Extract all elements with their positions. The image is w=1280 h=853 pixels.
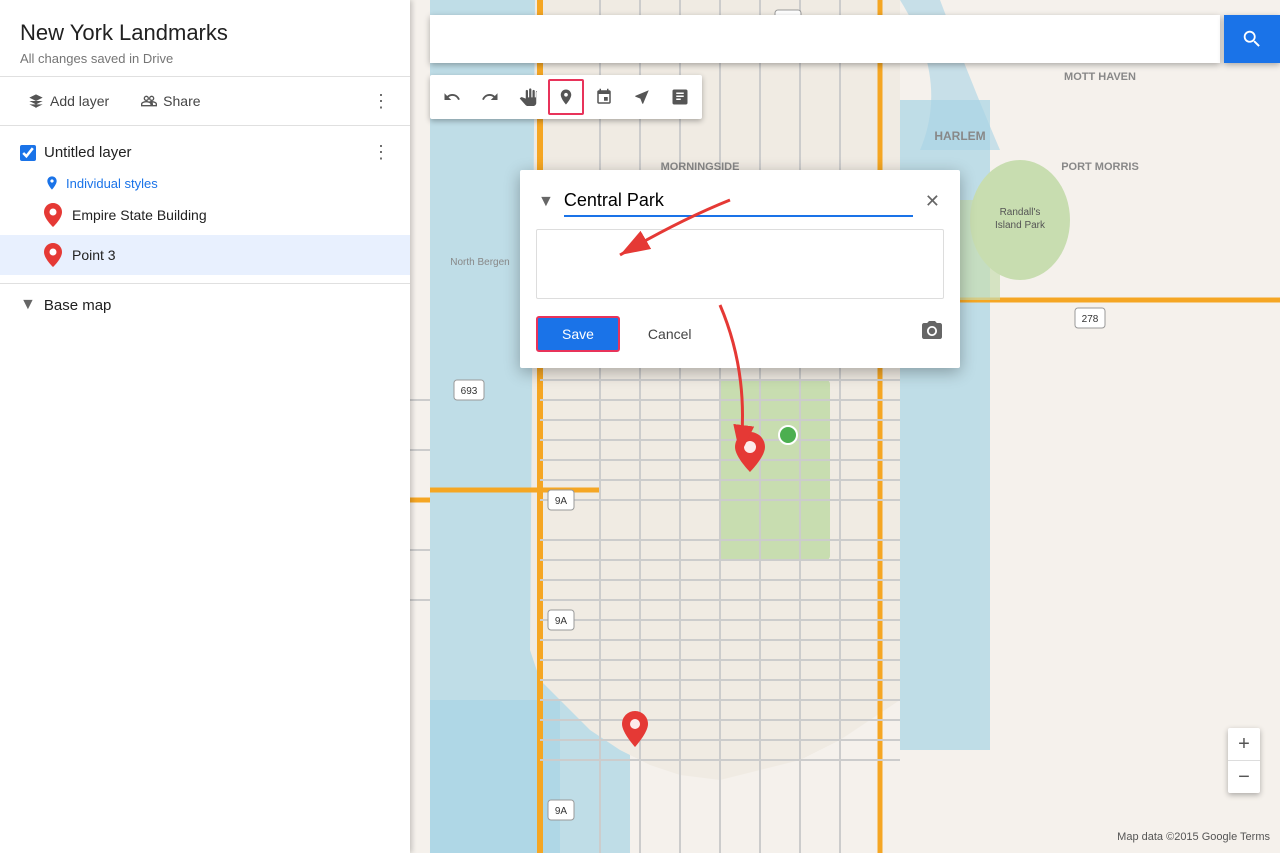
zoom-out-button[interactable]: − (1228, 761, 1260, 793)
svg-text:278: 278 (1082, 314, 1099, 325)
camera-button[interactable] (920, 319, 944, 349)
svg-text:North Bergen: North Bergen (450, 257, 509, 268)
sidebar-subtitle: All changes saved in Drive (20, 51, 390, 66)
map-tools (430, 75, 702, 119)
layer-checkbox[interactable] (20, 145, 36, 161)
line-tool-button[interactable] (586, 79, 622, 115)
camera-icon (920, 319, 944, 343)
base-map-label: Base map (44, 297, 112, 314)
hand-tool-button[interactable] (510, 79, 546, 115)
hand-icon (519, 88, 537, 106)
cancel-button[interactable]: Cancel (632, 318, 708, 350)
redo-button[interactable] (472, 79, 508, 115)
layer-more-button[interactable]: ⋮ (372, 142, 390, 163)
add-layer-icon (28, 93, 44, 109)
pin-icon (557, 88, 575, 106)
sidebar-title: New York Landmarks (20, 20, 390, 46)
sidebar: New York Landmarks All changes saved in … (0, 0, 410, 853)
individual-styles-button[interactable]: Individual styles (0, 171, 410, 195)
layer-section: Untitled layer ⋮ Individual styles Empir… (0, 126, 410, 283)
base-map-chevron-icon: ▼ (20, 296, 36, 314)
measure-tool-button[interactable] (662, 79, 698, 115)
search-bar (430, 15, 1220, 63)
search-button[interactable] (1224, 15, 1280, 63)
redo-icon (481, 88, 499, 106)
popup-header: ▼ ✕ (536, 186, 944, 217)
empire-state-icon (44, 203, 62, 227)
svg-text:PORT MORRIS: PORT MORRIS (1061, 161, 1139, 173)
layer-title: Untitled layer (44, 144, 364, 161)
sidebar-more-button[interactable]: ⋮ (372, 91, 390, 112)
search-input[interactable] (446, 30, 1204, 48)
svg-text:Island Park: Island Park (995, 220, 1046, 231)
share-icon (141, 93, 157, 109)
popup-body (536, 229, 944, 304)
toolbar (430, 15, 1280, 63)
svg-text:9A: 9A (555, 496, 568, 507)
zoom-controls: + − (1228, 728, 1260, 793)
map-attribution: Map data ©2015 Google Terms (1117, 831, 1270, 843)
central-park-pin[interactable] (735, 432, 765, 480)
route-icon (633, 88, 651, 106)
route-tool-button[interactable] (624, 79, 660, 115)
zoom-in-button[interactable]: + (1228, 728, 1260, 760)
undo-button[interactable] (434, 79, 470, 115)
popup-footer: Save Cancel (536, 316, 944, 352)
sidebar-header: New York Landmarks All changes saved in … (0, 0, 410, 77)
popup-close-button[interactable]: ✕ (921, 187, 944, 216)
popup-title-input[interactable] (564, 186, 913, 217)
popup-dialog: ▼ ✕ Save Cancel (520, 170, 960, 368)
individual-styles-icon (44, 175, 60, 191)
point-3-item[interactable]: Point 3 (0, 235, 410, 275)
point3-icon (44, 243, 62, 267)
measure-icon (671, 88, 689, 106)
svg-text:9A: 9A (555, 806, 568, 817)
popup-dropdown-button[interactable]: ▼ (536, 191, 556, 213)
save-button[interactable]: Save (536, 316, 620, 352)
line-icon (595, 88, 613, 106)
share-button[interactable]: Share (133, 89, 208, 113)
sidebar-actions: Add layer Share ⋮ (0, 77, 410, 126)
svg-text:HARLEM: HARLEM (934, 129, 985, 143)
search-icon (1241, 28, 1263, 50)
empire-state-item[interactable]: Empire State Building (0, 195, 410, 235)
svg-text:MOTT HAVEN: MOTT HAVEN (1064, 71, 1136, 83)
base-map-section[interactable]: ▼ Base map (0, 283, 410, 326)
undo-icon (443, 88, 461, 106)
svg-text:Randall's: Randall's (1000, 207, 1041, 218)
svg-text:693: 693 (461, 386, 478, 397)
empire-state-pin[interactable] (622, 711, 648, 755)
layer-header: Untitled layer ⋮ (0, 134, 410, 171)
green-marker (778, 425, 798, 450)
popup-description-input[interactable] (536, 229, 944, 299)
add-layer-button[interactable]: Add layer (20, 89, 117, 113)
svg-text:9A: 9A (555, 616, 568, 627)
pin-tool-button[interactable] (548, 79, 584, 115)
